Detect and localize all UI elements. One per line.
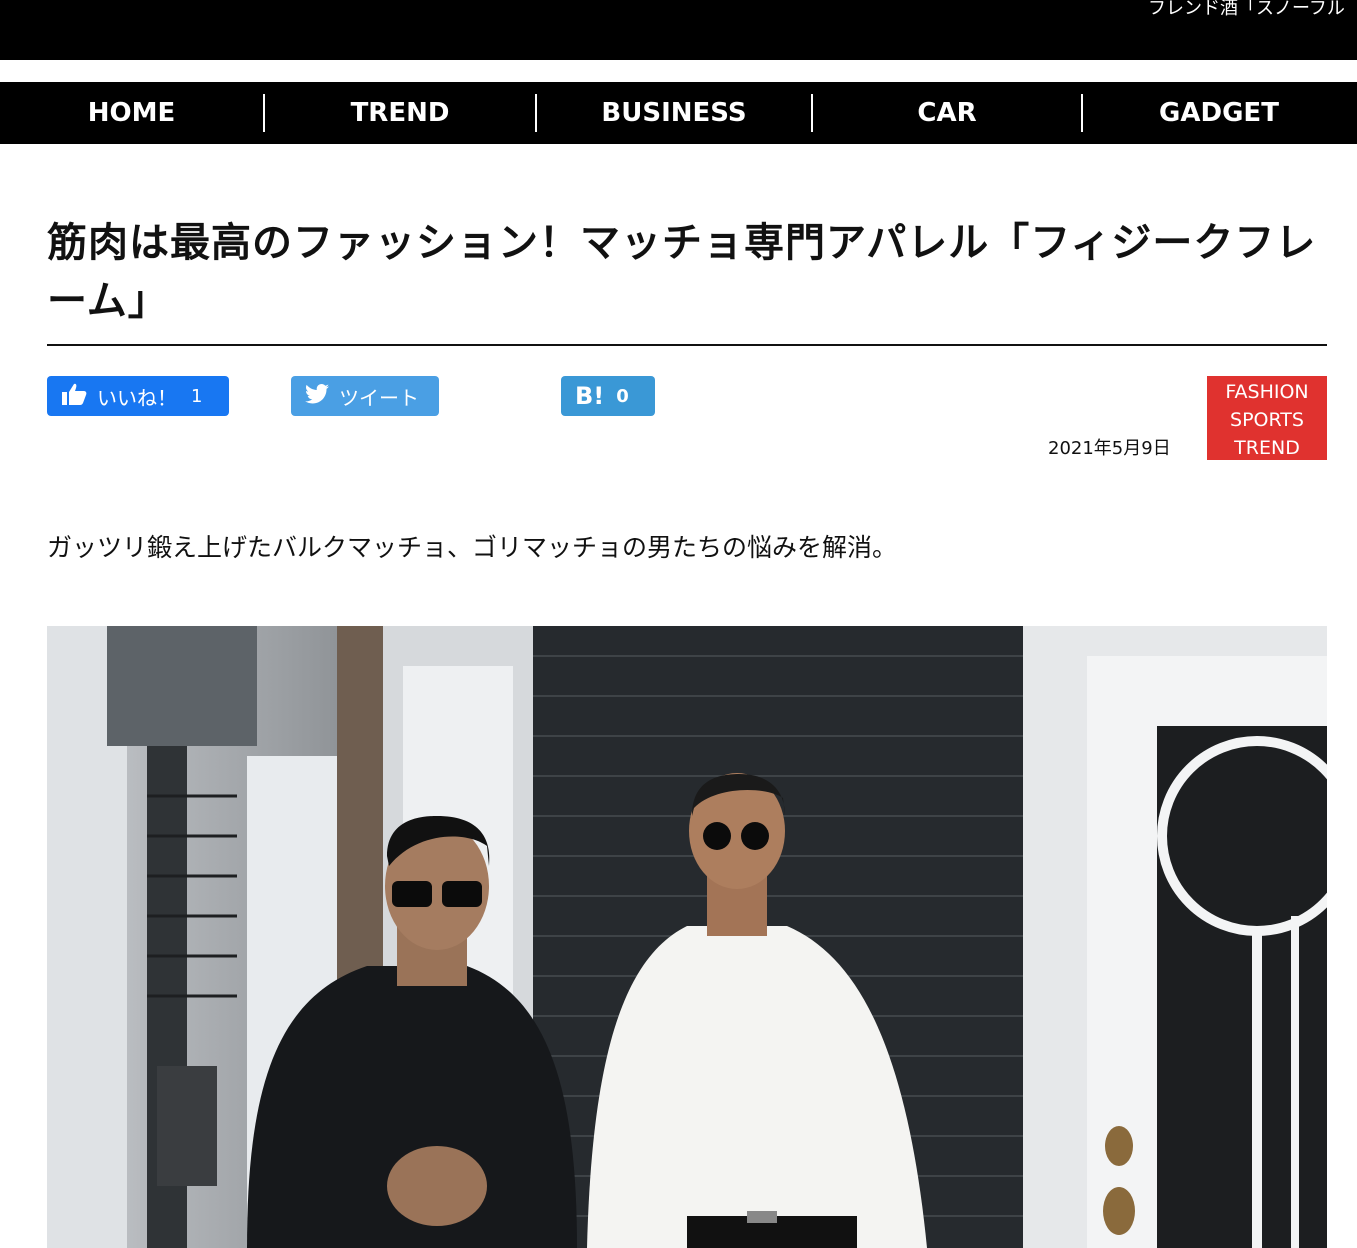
hero-photo-illustration <box>47 626 1327 1248</box>
nav-item-home[interactable]: HOME <box>0 82 263 144</box>
facebook-like-button[interactable]: いいね！ 1 <box>47 376 229 416</box>
header-ticker-text[interactable]: フレンド酒「スノーフル <box>1148 0 1345 20</box>
hatena-bookmark-count: 0 <box>616 385 629 407</box>
thumbs-up-icon <box>61 382 87 411</box>
article-title: 筋肉は最高のファッション！マッチョ専門アパレル「フィジークフレーム」 <box>47 220 1317 324</box>
main-navigation: HOME TREND BUSINESS CAR GADGET <box>0 82 1357 144</box>
tag-fashion[interactable]: FASHION <box>1207 378 1327 406</box>
tweet-button[interactable]: ツイート <box>291 376 439 416</box>
title-divider <box>47 344 1327 346</box>
facebook-like-label: いいね！ <box>97 385 177 410</box>
article-hero-image <box>47 626 1327 1248</box>
nav-item-business[interactable]: BUSINESS <box>537 82 811 144</box>
nav-item-car[interactable]: CAR <box>813 82 1081 144</box>
hatena-bookmark-label: B! <box>575 382 605 410</box>
top-header-bar: フレンド酒「スノーフル <box>0 0 1357 60</box>
nav-item-gadget[interactable]: GADGET <box>1083 82 1355 144</box>
tag-sports[interactable]: SPORTS <box>1207 406 1327 434</box>
tag-trend[interactable]: TREND <box>1207 434 1327 462</box>
nav-item-trend[interactable]: TREND <box>265 82 535 144</box>
article-lead-text: ガッツリ鍛え上げたバルクマッチョ、ゴリマッチョの男たちの悩みを解消。 <box>47 533 898 562</box>
facebook-like-count: 1 <box>191 385 203 407</box>
publish-date: 2021年5月9日 <box>1048 438 1171 459</box>
category-tags: FASHION SPORTS TREND <box>1207 376 1327 460</box>
twitter-bird-icon <box>305 383 329 409</box>
hatena-bookmark-button[interactable]: B! 0 <box>561 376 655 416</box>
tweet-label: ツイート <box>339 385 419 410</box>
